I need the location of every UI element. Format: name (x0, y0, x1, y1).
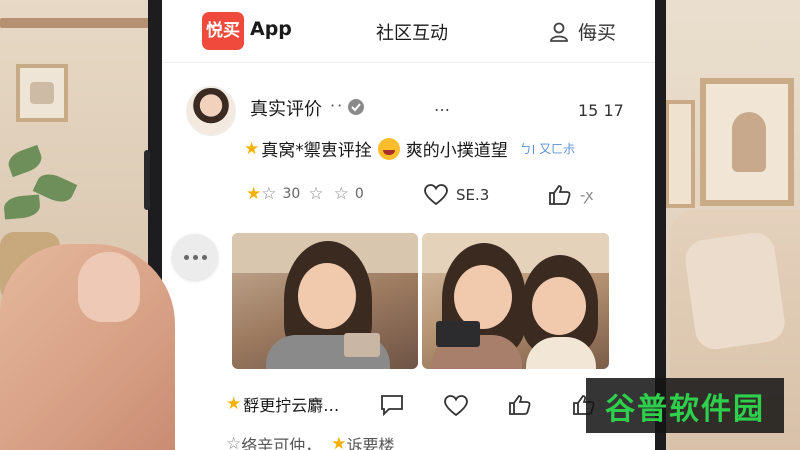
heart-icon (444, 395, 468, 417)
app-name: App (250, 18, 292, 40)
rating-row: ★ ☆ 30 ☆ ☆ 0 (246, 184, 372, 204)
post-title-dots: ·· (330, 96, 345, 115)
heart-icon (424, 184, 448, 206)
star-empty-icon: ☆ (333, 184, 349, 204)
like-count: SE.3 (456, 186, 490, 204)
header-user-label: 侮买 (578, 22, 617, 44)
star-empty-icon: ☆ (261, 184, 277, 204)
star-empty-icon: ☆ (226, 434, 242, 450)
watermark-logo: 谷普软件园 (586, 378, 784, 433)
user-icon (548, 21, 570, 43)
phone-side-button (144, 150, 150, 210)
sofa-pillow (682, 230, 788, 352)
star-filled-icon: ★ (331, 434, 347, 450)
app-logo[interactable]: 悦买 (202, 12, 244, 50)
review-text-part-b: 爽的小撲道望 (405, 141, 508, 161)
comment-text: 馟更拧云麝… (243, 396, 340, 415)
photo-mother-face (454, 265, 512, 329)
page-title: 社区互动 (376, 23, 448, 44)
phone-screen: 悦买 App 社区互动 侮买 真实评价 ·· … 15 17 ★ 真窝*禦叀评拴… (162, 0, 655, 450)
wall-picture-frame-right (700, 78, 794, 206)
star-empty-icon: ☆ (308, 184, 324, 204)
post-photo-2[interactable] (422, 233, 609, 369)
more-dot-icon (183, 254, 189, 260)
review-text-part-a: 真窝*禦叀评拴 (261, 141, 372, 161)
header-user-button[interactable]: 侮买 (548, 18, 616, 45)
verified-icon (347, 98, 365, 120)
photo-phone (344, 333, 380, 357)
rating-count: 0 (354, 186, 364, 202)
star-filled-icon: ★ (226, 394, 242, 414)
more-dot-icon (201, 254, 207, 260)
thumbs-up-icon (549, 185, 571, 205)
post-timestamp: 15 17 (578, 101, 624, 120)
post-title: 真实评价 (250, 99, 322, 120)
wall-picture-frame-right-small (665, 100, 695, 208)
floating-more-button[interactable] (172, 234, 218, 280)
post-photo-1[interactable] (232, 233, 418, 369)
favorite-button[interactable] (444, 395, 468, 421)
review-text-line: ★ 真窝*禦叀评拴 爽的小撲道望 ㄅ׀ 又ㄈ尗 (244, 136, 575, 161)
photo-person-face (298, 263, 356, 329)
bottom-text-row: ☆ 络辛可仲， ★ 诉要楼 (226, 432, 395, 450)
wall-shelf (0, 18, 150, 28)
star-filled-icon: ★ (246, 184, 262, 204)
photo-phone (436, 321, 480, 347)
thumbs-up-icon (509, 395, 531, 415)
app-header: 悦买 App 社区互动 侮买 (162, 0, 655, 63)
bottom-text-part-b: 诉要楼 (346, 436, 395, 450)
bottom-text-part-a: 络辛可仲， (241, 436, 322, 450)
more-dot-icon (192, 254, 198, 260)
laughing-emoji-icon (377, 137, 400, 160)
like-button[interactable]: SE.3 (424, 184, 489, 206)
wall-picture-frame-left (16, 64, 68, 122)
photo-child-face (532, 277, 586, 335)
avatar[interactable] (186, 86, 236, 136)
review-text-tail: ㄅ׀ 又ㄈ尗 (519, 142, 576, 156)
comment-icon (381, 395, 403, 417)
thumbs-up-button[interactable] (508, 394, 532, 420)
comment-button[interactable] (380, 394, 404, 420)
share-label: -ꭗ (580, 186, 594, 204)
rating-value: 30 (282, 186, 301, 202)
thumb-nail (78, 252, 140, 322)
post-more-button[interactable]: … (434, 96, 452, 115)
share-button[interactable]: -ꭗ (548, 184, 593, 206)
comment-row: ★ 馟更拧云麝… (226, 392, 339, 416)
star-filled-icon: ★ (244, 138, 260, 159)
